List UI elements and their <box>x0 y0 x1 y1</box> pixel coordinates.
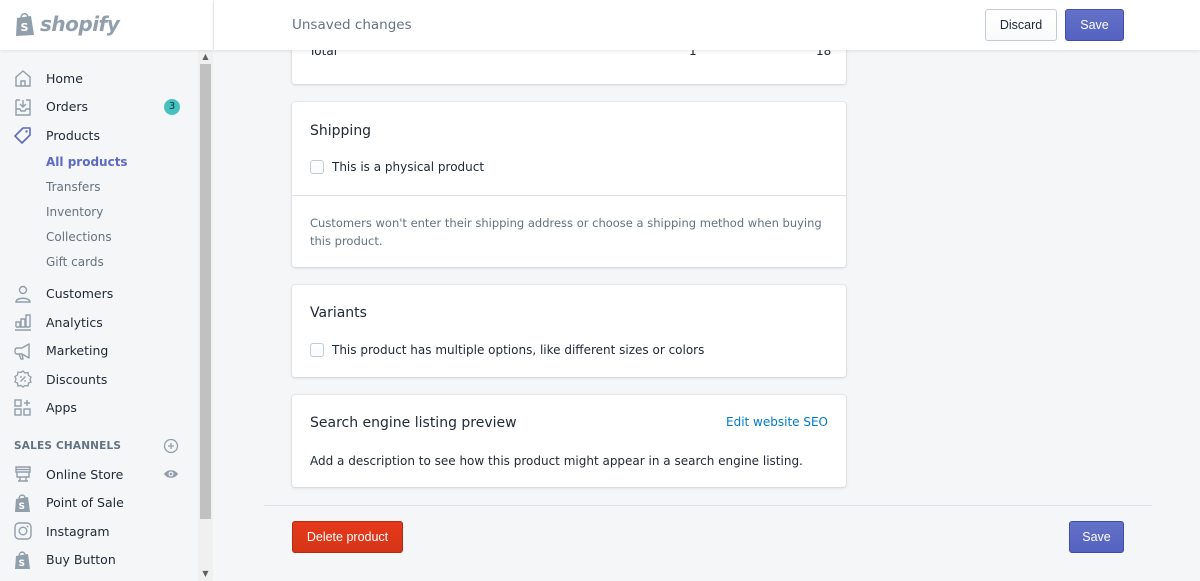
physical-product-checkbox[interactable] <box>310 160 324 174</box>
shipping-title: Shipping <box>310 123 372 139</box>
sidebar-item-analytics[interactable]: Analytics <box>0 308 198 337</box>
sidebar-subitem-inventory[interactable]: Inventory <box>0 200 198 225</box>
multiple-options-label: This product has multiple options, like … <box>332 343 705 357</box>
home-icon <box>15 70 31 87</box>
main-content: Total 1 18 Shipping This is a physical p… <box>214 0 1200 581</box>
seo-preview-card: Search engine listing preview Edit websi… <box>292 395 846 487</box>
sidebar-item-label: Products <box>46 127 100 143</box>
shopify-logo[interactable]: S shopify <box>14 11 120 37</box>
sidebar-item-label: Analytics <box>46 314 103 330</box>
sidebar-item-label: Apps <box>46 400 77 416</box>
sidebar-subitem-all-products[interactable]: All products <box>0 150 198 175</box>
shopify-bag-icon: S <box>16 12 34 36</box>
tag-icon <box>14 127 31 144</box>
sidebar-item-customers[interactable]: Customers <box>0 280 198 309</box>
delete-product-button[interactable]: Delete product <box>292 521 403 553</box>
seo-description: Add a description to see how this produc… <box>310 454 803 468</box>
sidebar-subitem-gift-cards[interactable]: Gift cards <box>0 250 198 275</box>
shipping-help-text: Customers won't enter their shipping add… <box>310 216 822 248</box>
sidebar-item-label: Online Store <box>46 466 124 482</box>
unsaved-changes-title: Unsaved changes <box>292 17 412 33</box>
instagram-icon <box>14 522 32 540</box>
sales-channels-heading: SALES CHANNELS <box>14 440 122 452</box>
sidebar-item-label: Point of Sale <box>46 495 124 511</box>
sidebar-item-buy-button[interactable]: S Buy Button <box>0 546 198 575</box>
sidebar-item-marketing[interactable]: Marketing <box>0 337 198 366</box>
shopify-bag-icon: S <box>15 493 30 512</box>
sidebar-item-label: Orders <box>46 99 89 115</box>
logo-bar: S shopify <box>0 0 213 50</box>
svg-text:S: S <box>19 559 25 569</box>
eye-icon[interactable] <box>163 467 179 481</box>
scrollbar-thumb[interactable] <box>200 64 211 519</box>
store-icon <box>15 466 31 482</box>
physical-product-checkbox-row[interactable]: This is a physical product <box>310 160 484 174</box>
svg-text:S: S <box>19 502 25 512</box>
shopify-bag-icon: S <box>15 550 30 569</box>
scroll-up-arrow-icon[interactable]: ▲ <box>198 50 213 64</box>
card-divider <box>292 195 846 196</box>
sidebar-item-home[interactable]: Home <box>0 64 198 93</box>
sidebar-item-label: Marketing <box>46 343 109 359</box>
contextual-save-bar: Unsaved changes Discard Save <box>214 0 1200 50</box>
discard-button[interactable]: Discard <box>985 9 1057 41</box>
physical-product-label: This is a physical product <box>332 160 485 174</box>
sidebar: S shopify Home Orders 3 Products All pro… <box>0 0 213 581</box>
sidebar-item-orders[interactable]: Orders 3 <box>0 93 198 122</box>
page-divider <box>264 505 1152 506</box>
multiple-options-checkbox-row[interactable]: This product has multiple options, like … <box>310 343 704 357</box>
sidebar-item-label: Home <box>46 70 83 86</box>
plus-circle-icon[interactable] <box>163 438 179 454</box>
sidebar-item-instagram[interactable]: Instagram <box>0 517 198 546</box>
sidebar-scrollbar[interactable]: ▲ ▼ <box>198 50 213 581</box>
shipping-card: Shipping This is a physical product Cust… <box>292 102 846 267</box>
apps-icon <box>14 398 31 416</box>
brand-name: shopify <box>40 12 120 36</box>
sales-channels-header: SALES CHANNELS <box>0 432 198 460</box>
save-button[interactable]: Save <box>1065 9 1124 41</box>
variants-title: Variants <box>310 305 367 321</box>
sidebar-item-label: Discounts <box>46 371 108 387</box>
sidebar-nav: Home Orders 3 Products All products Tran… <box>0 64 198 574</box>
sidebar-item-label: Instagram <box>46 523 110 539</box>
seo-title: Search engine listing preview <box>310 415 517 431</box>
svg-text:S: S <box>21 21 29 34</box>
orders-count-badge: 3 <box>164 98 180 115</box>
sidebar-item-products[interactable]: Products <box>0 121 198 150</box>
bar-chart-icon <box>15 314 31 331</box>
sidebar-item-online-store[interactable]: Online Store <box>0 460 198 489</box>
sidebar-item-label: Buy Button <box>46 552 116 568</box>
sidebar-item-label: Customers <box>46 286 114 302</box>
sidebar-item-discounts[interactable]: Discounts <box>0 365 198 394</box>
sidebar-subitem-transfers[interactable]: Transfers <box>0 175 198 200</box>
sidebar-subitem-collections[interactable]: Collections <box>0 225 198 250</box>
person-icon <box>15 285 31 303</box>
discount-icon <box>14 370 32 388</box>
multiple-options-checkbox[interactable] <box>310 343 324 357</box>
edit-website-seo-link[interactable]: Edit website SEO <box>726 415 828 429</box>
megaphone-icon <box>14 342 30 360</box>
orders-icon <box>15 98 31 116</box>
sidebar-item-apps[interactable]: Apps <box>0 394 198 423</box>
save-button-bottom[interactable]: Save <box>1069 521 1124 553</box>
variants-card: Variants This product has multiple optio… <box>292 285 846 377</box>
sidebar-item-point-of-sale[interactable]: S Point of Sale <box>0 489 198 518</box>
scroll-down-arrow-icon[interactable]: ▼ <box>198 567 213 581</box>
